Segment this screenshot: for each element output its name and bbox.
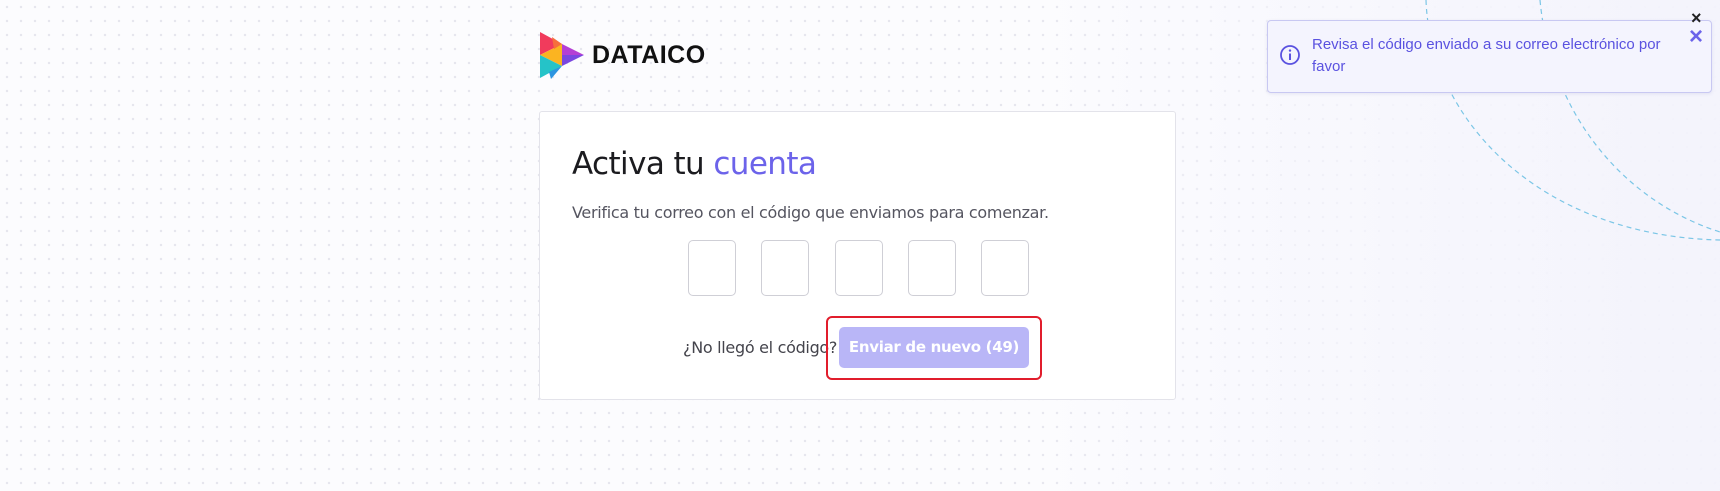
code-input-5[interactable] xyxy=(981,240,1029,296)
brand-name: DATAICO xyxy=(592,40,706,69)
code-input-4[interactable] xyxy=(908,240,956,296)
notification-toast: Revisa el código enviado a su correo ele… xyxy=(1267,20,1712,93)
page-title: Activa tu cuenta xyxy=(572,146,817,182)
corner-close-icon[interactable]: × xyxy=(1691,9,1702,27)
code-input-1[interactable] xyxy=(688,240,736,296)
code-input-2[interactable] xyxy=(761,240,809,296)
toast-message: Revisa el código enviado a su correo ele… xyxy=(1312,36,1661,75)
brand-logo: DATAICO xyxy=(538,30,706,80)
play-triangle-logo-icon xyxy=(540,32,584,79)
resend-code-button[interactable]: Enviar de nuevo (49) xyxy=(839,327,1029,368)
title-accent: cuenta xyxy=(713,146,817,182)
code-input-3[interactable] xyxy=(835,240,883,296)
resend-prompt: ¿No llegó el código? xyxy=(683,338,838,357)
activation-card: Activa tu cuenta Verifica tu correo con … xyxy=(539,111,1176,400)
title-prefix: Activa tu xyxy=(572,146,705,182)
card-subtitle: Verifica tu correo con el código que env… xyxy=(572,203,1049,222)
info-icon xyxy=(1280,45,1300,65)
toast-close-icon[interactable]: × xyxy=(1689,25,1703,49)
